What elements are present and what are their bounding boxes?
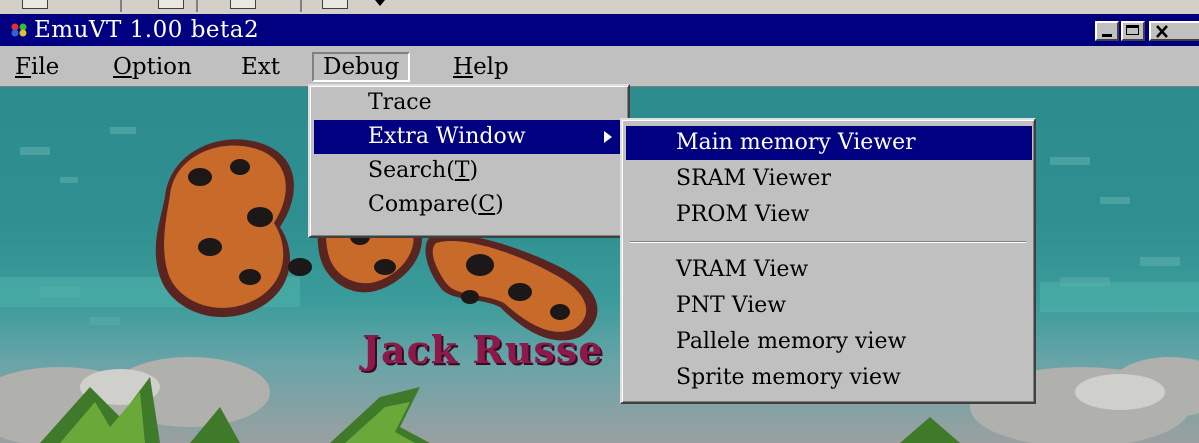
menu-debug[interactable]: Debug (312, 52, 411, 82)
window-title: EmuVT 1.00 beta2 (34, 17, 260, 43)
menu-item-compare[interactable]: Compare(C) (314, 188, 628, 222)
toolbar-divider (300, 0, 302, 12)
maximize-button[interactable] (1121, 21, 1145, 41)
close-icon (1156, 25, 1168, 38)
extra-window-submenu: Main memory Viewer SRAM Viewer PROM View… (620, 118, 1036, 404)
menu-file-mnemonic: F (15, 54, 31, 80)
menu-item-sprite-memory-view[interactable]: Sprite memory view (626, 361, 1032, 395)
menu-item-sram-viewer-label: SRAM Viewer (676, 166, 831, 191)
menu-item-trace[interactable]: Trace (314, 86, 628, 120)
app-icon (11, 23, 27, 37)
menu-item-prom-view[interactable]: PROM View (626, 198, 1032, 232)
menu-item-pnt-view-label: PNT View (676, 293, 787, 318)
menu-item-search-suffix: ) (469, 158, 479, 183)
menu-item-prom-view-label: PROM View (676, 202, 810, 227)
menu-debug-label: Debug (323, 54, 400, 80)
minimize-icon (1102, 34, 1112, 37)
menu-item-pnt-view[interactable]: PNT View (626, 289, 1032, 323)
menu-item-search-prefix: Search( (368, 158, 455, 183)
menu-item-vram-view-label: VRAM View (676, 257, 809, 282)
menu-item-compare-mnemonic: C (478, 192, 496, 217)
menu-item-vram-view[interactable]: VRAM View (626, 253, 1032, 287)
close-button[interactable] (1149, 21, 1199, 41)
menu-item-extra-window[interactable]: Extra Window (314, 120, 628, 154)
maximize-icon (1126, 25, 1139, 35)
menu-item-search[interactable]: Search(T) (314, 154, 628, 188)
menu-file[interactable]: File (6, 52, 68, 82)
menu-item-compare-suffix: ) (495, 192, 504, 217)
toolbar-divider (120, 0, 122, 12)
toolbar-divider (196, 0, 198, 12)
menu-item-main-memory-viewer[interactable]: Main memory Viewer (626, 126, 1032, 160)
game-logo-text: Jack Russe (362, 327, 604, 372)
toolbar-button[interactable] (22, 0, 48, 9)
menu-help[interactable]: Help (444, 52, 518, 82)
toolbar-dropdown-icon[interactable] (375, 0, 385, 6)
debug-menu: Trace Extra Window Search(T) Compare(C) (308, 84, 630, 238)
toolbar-button[interactable] (230, 0, 256, 9)
toolbar-button[interactable] (322, 0, 348, 9)
submenu-arrow-icon (604, 131, 612, 143)
toolbar-button[interactable] (158, 0, 184, 9)
menu-help-mnemonic: H (453, 54, 474, 80)
title-bar: EmuVT 1.00 beta2 (0, 14, 1199, 46)
menu-option-mnemonic: O (113, 54, 132, 80)
minimize-button[interactable] (1095, 21, 1119, 41)
menu-separator (630, 241, 1026, 243)
menu-item-compare-prefix: Compare( (368, 192, 479, 217)
host-toolbar-strip (0, 0, 1199, 15)
menu-bar: File Option Ext Debug Help (0, 46, 1199, 87)
menu-option-label: ption (131, 54, 192, 80)
menu-item-main-memory-viewer-label: Main memory Viewer (676, 130, 916, 155)
menu-item-sram-viewer[interactable]: SRAM Viewer (626, 162, 1032, 196)
menu-ext[interactable]: Ext (232, 52, 289, 82)
menu-item-search-mnemonic: T (454, 158, 470, 183)
menu-item-pallete-memory-view-label: Pallele memory view (676, 329, 907, 354)
menu-item-pallete-memory-view[interactable]: Pallele memory view (626, 325, 1032, 359)
menu-ext-label: Ext (241, 54, 281, 80)
menu-item-trace-label: Trace (368, 90, 432, 115)
menu-help-label: elp (473, 54, 509, 80)
menu-file-label: ile (30, 54, 60, 80)
menu-item-extra-window-label: Extra Window (368, 124, 526, 149)
menu-item-sprite-memory-view-label: Sprite memory view (676, 365, 901, 390)
menu-option[interactable]: Option (104, 52, 201, 82)
